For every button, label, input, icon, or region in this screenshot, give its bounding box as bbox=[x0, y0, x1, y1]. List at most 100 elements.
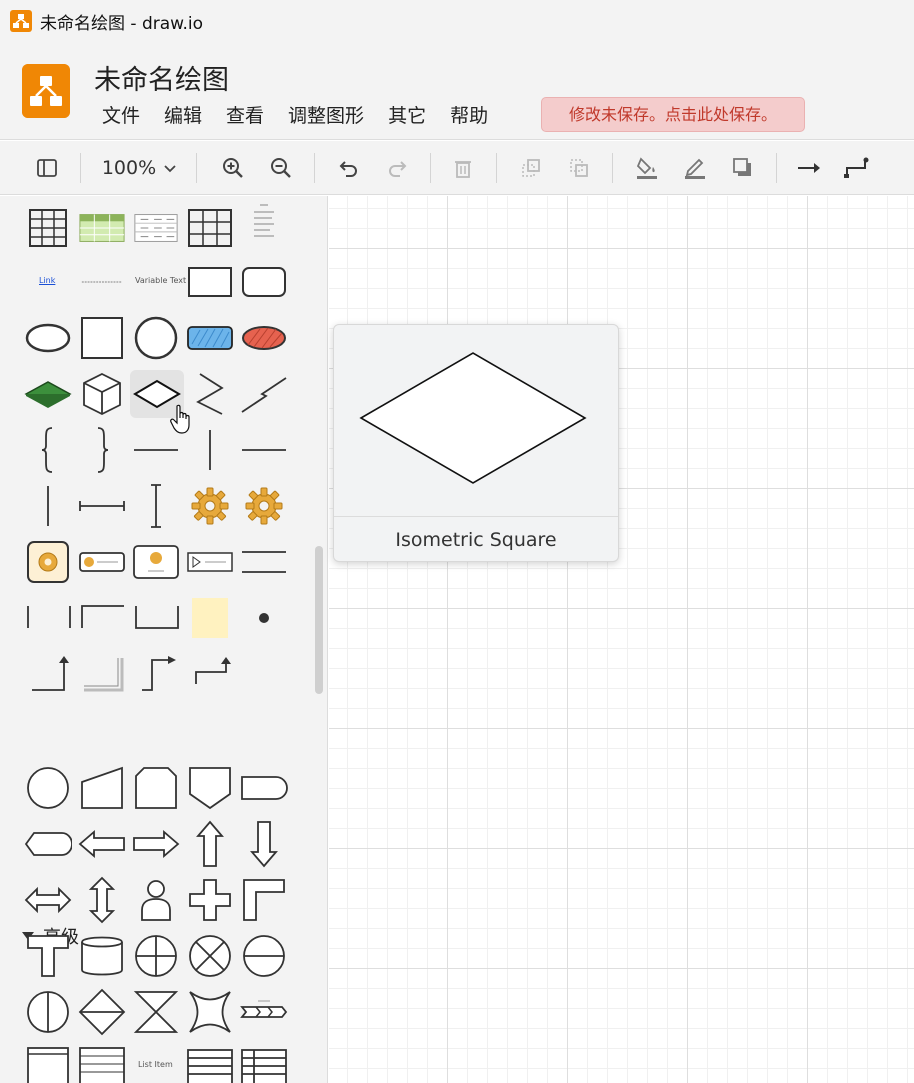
menu-help[interactable]: 帮助 bbox=[450, 102, 488, 130]
shape-horizontal-dimension[interactable] bbox=[78, 482, 126, 530]
shape-vertical-lined-circle[interactable] bbox=[24, 988, 72, 1036]
to-front-icon[interactable] bbox=[514, 151, 548, 185]
shape-arrow-up[interactable] bbox=[186, 820, 234, 868]
shape-list[interactable] bbox=[78, 1044, 126, 1083]
shape-step-arrow[interactable] bbox=[132, 650, 180, 698]
redo-icon[interactable] bbox=[380, 151, 414, 185]
hand-cursor-icon bbox=[170, 404, 190, 434]
shape-list-item[interactable]: List Item bbox=[132, 1044, 180, 1083]
shape-arrow-down[interactable] bbox=[240, 820, 288, 868]
shape-vertical-line-2[interactable] bbox=[24, 482, 72, 530]
shape-arrow-left[interactable] bbox=[78, 820, 126, 868]
shape-corner-3d[interactable] bbox=[78, 650, 126, 698]
connection-icon[interactable] bbox=[792, 151, 826, 185]
shape-data-storage[interactable] bbox=[78, 932, 126, 980]
menu-edit[interactable]: 编辑 bbox=[164, 102, 202, 130]
shapes-sidebar: Link Variable Text List Item bbox=[0, 196, 328, 1083]
drawio-logo[interactable] bbox=[22, 64, 70, 118]
delete-icon[interactable] bbox=[446, 151, 480, 185]
shape-variable-text[interactable]: Variable Text bbox=[132, 258, 186, 306]
shape-ellipse[interactable] bbox=[24, 314, 72, 362]
shape-loop-limit[interactable] bbox=[132, 764, 180, 812]
unsaved-changes-button[interactable]: 修改未保存。点击此处保存。 bbox=[541, 97, 805, 132]
shape-adv-circle[interactable] bbox=[24, 764, 72, 812]
shape-partial-rect-bottom[interactable] bbox=[132, 594, 180, 642]
shape-lined-circle[interactable] bbox=[240, 932, 288, 980]
sidebar-toggle-icon[interactable] bbox=[30, 151, 64, 185]
waypoint-icon[interactable] bbox=[840, 151, 874, 185]
shape-dot[interactable] bbox=[240, 594, 288, 642]
to-back-icon[interactable] bbox=[562, 151, 596, 185]
zoom-in-icon[interactable] bbox=[216, 151, 250, 185]
shape-table-list[interactable] bbox=[186, 1044, 234, 1083]
shape-table-green[interactable] bbox=[78, 204, 128, 252]
shape-rectangle[interactable] bbox=[186, 258, 234, 306]
gear-icon-2[interactable] bbox=[240, 482, 288, 530]
shape-cube[interactable] bbox=[78, 370, 126, 418]
shape-actor[interactable] bbox=[132, 876, 180, 924]
shape-left-curly-bracket[interactable] bbox=[24, 426, 72, 474]
shape-elbow-connector[interactable] bbox=[186, 650, 234, 698]
shape-cross[interactable] bbox=[186, 876, 234, 924]
shape-rounded-rectangle[interactable] bbox=[240, 258, 288, 306]
shape-horizontal-line-2[interactable] bbox=[240, 426, 288, 474]
shape-off-page-connector[interactable] bbox=[186, 764, 234, 812]
shape-list-text[interactable] bbox=[240, 200, 288, 248]
shape-gear-label-box[interactable] bbox=[78, 538, 126, 586]
document-title[interactable]: 未命名绘图 bbox=[94, 58, 229, 97]
shape-sort[interactable] bbox=[78, 988, 126, 1036]
shape-isometric-edge[interactable] bbox=[240, 370, 288, 418]
app-header: 未命名绘图 文件 编辑 查看 调整图形 其它 帮助 修改未保存。点击此处保存。 bbox=[0, 42, 914, 140]
gear-icon[interactable] bbox=[186, 482, 234, 530]
shape-manual-input[interactable] bbox=[78, 764, 126, 812]
fill-color-icon[interactable] bbox=[630, 151, 664, 185]
shape-square[interactable] bbox=[78, 314, 126, 362]
gear-box-icon[interactable] bbox=[24, 538, 72, 586]
menu-file[interactable]: 文件 bbox=[102, 102, 140, 130]
shape-vertical-dimension[interactable] bbox=[132, 482, 180, 530]
shape-heading[interactable] bbox=[78, 258, 128, 306]
shape-double-arrow-horizontal[interactable] bbox=[24, 876, 72, 924]
shape-circle[interactable] bbox=[132, 314, 180, 362]
shape-corner[interactable] bbox=[240, 876, 288, 924]
window-title: 未命名绘图 - draw.io bbox=[40, 13, 204, 34]
shape-variable-label: Variable Text bbox=[135, 276, 187, 285]
shape-tee[interactable] bbox=[24, 932, 72, 980]
shape-play-label-box[interactable] bbox=[186, 538, 234, 586]
menu-extras[interactable]: 其它 bbox=[388, 102, 426, 130]
shape-step-chevron[interactable] bbox=[240, 988, 288, 1036]
menu-arrange[interactable]: 调整图形 bbox=[288, 102, 364, 130]
shape-gear-card[interactable] bbox=[132, 538, 180, 586]
shape-elbow-arrow-up[interactable] bbox=[24, 650, 72, 698]
shape-link[interactable]: Link bbox=[24, 258, 72, 306]
shape-partial-rect-left[interactable] bbox=[24, 594, 72, 642]
shape-note-yellow[interactable] bbox=[186, 594, 234, 642]
shape-or[interactable] bbox=[132, 932, 180, 980]
line-color-icon[interactable] bbox=[678, 151, 712, 185]
drawio-app-icon bbox=[10, 10, 32, 32]
shape-sketch-ellipse-red[interactable] bbox=[240, 314, 288, 362]
shape-double-line[interactable] bbox=[240, 538, 288, 586]
shape-switch[interactable] bbox=[186, 988, 234, 1036]
shape-sketch-rect-blue[interactable] bbox=[186, 314, 234, 362]
shape-summing-junction[interactable] bbox=[186, 932, 234, 980]
zoom-dropdown[interactable]: 100% bbox=[100, 151, 180, 185]
shape-display[interactable] bbox=[24, 820, 72, 868]
shape-right-curly-bracket[interactable] bbox=[78, 426, 126, 474]
undo-icon[interactable] bbox=[332, 151, 366, 185]
shape-container[interactable] bbox=[24, 1044, 72, 1083]
shape-arrow-right[interactable] bbox=[132, 820, 180, 868]
shape-table-lines[interactable] bbox=[132, 204, 182, 252]
sidebar-scrollbar[interactable] bbox=[315, 546, 323, 694]
shape-table-plain[interactable] bbox=[186, 204, 234, 252]
shape-isometric-green[interactable] bbox=[24, 370, 72, 418]
menu-view[interactable]: 查看 bbox=[226, 102, 264, 130]
shape-table-grid[interactable] bbox=[24, 204, 72, 252]
shape-table-list-2[interactable] bbox=[240, 1044, 288, 1083]
shape-delay[interactable] bbox=[240, 764, 288, 812]
zoom-out-icon[interactable] bbox=[264, 151, 298, 185]
shape-double-arrow-vertical[interactable] bbox=[78, 876, 126, 924]
shape-partial-rect-top[interactable] bbox=[78, 594, 126, 642]
shadow-icon[interactable] bbox=[726, 151, 760, 185]
shape-collate[interactable] bbox=[132, 988, 180, 1036]
